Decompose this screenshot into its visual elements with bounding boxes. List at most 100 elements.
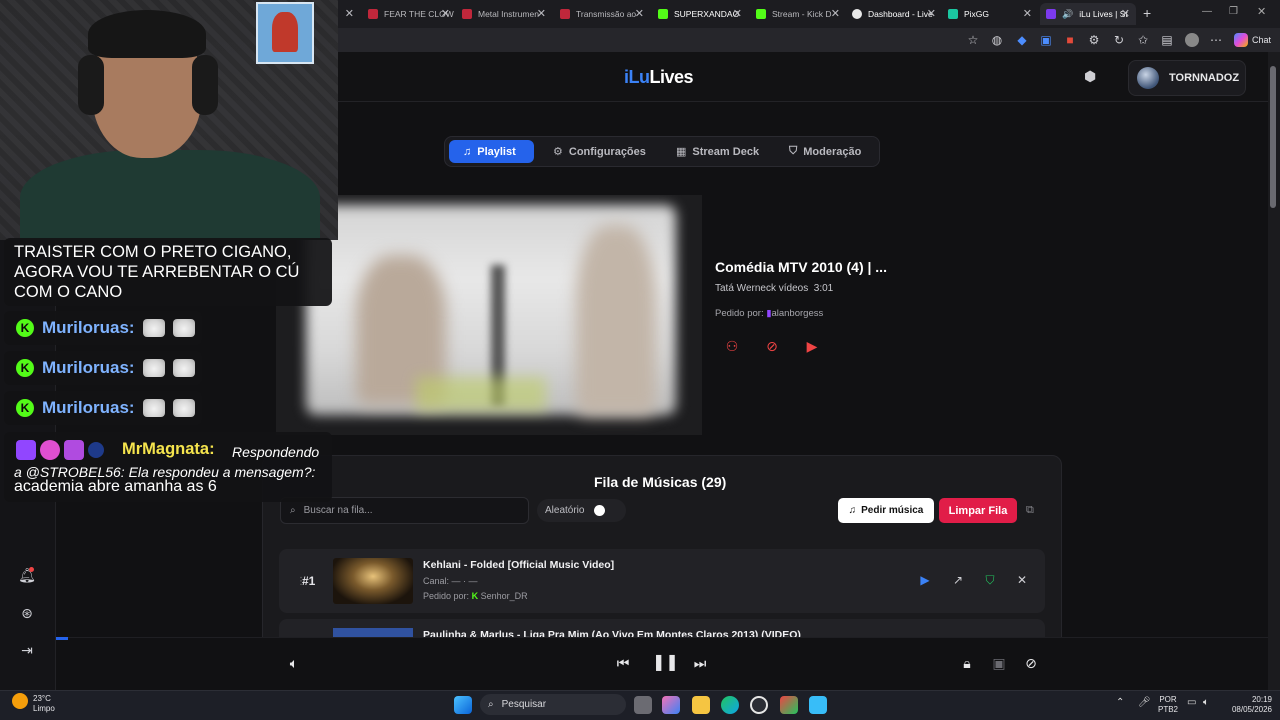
browser-tab[interactable]: Transmissão ao ✕ [554,3,650,25]
browser-tab[interactable]: SUPERXANDAO ✕ [652,3,748,25]
next-icon[interactable]: ⏭︎ [691,654,709,672]
headphone-icon [192,55,218,115]
file-explorer-icon[interactable] [692,696,710,714]
close-tab-icon[interactable]: ✕ [441,7,450,20]
extension-icon[interactable]: ↻ [1112,33,1126,47]
shield-icon[interactable]: ⛉ [982,572,998,588]
network-icon[interactable]: ▭ [1187,697,1196,708]
restore-icon[interactable]: ❐ [1229,6,1238,17]
channel-name: Tatá Werneck vídeos [715,283,809,294]
youtube-favicon-icon [462,9,472,19]
extension-icon[interactable]: ▣ [1039,33,1053,47]
copilot-icon[interactable] [662,696,680,714]
extension-icon[interactable]: ■ [1063,33,1077,47]
clock[interactable]: 20:19 08/05/2026 [1222,695,1272,715]
close-tab-icon[interactable]: ✕ [831,7,840,20]
obs-icon[interactable] [750,696,768,714]
video-toggle-icon[interactable]: ▣ [990,654,1008,672]
language-indicator[interactable]: POR PTB2 [1154,695,1182,715]
tab-moderation[interactable]: ⛉ Moderação [775,140,875,163]
remove-icon[interactable]: ✕ [1014,572,1030,588]
shuffle-toggle[interactable]: Aleatório [537,499,626,522]
extension-icon[interactable]: ◍ [990,33,1004,47]
collections-icon[interactable]: ▤ [1160,33,1174,47]
volume-icon[interactable]: 🔈︎ [285,654,303,672]
browser-tab[interactable]: FEAR THE CLOW ✕ [362,3,456,25]
app-icon[interactable] [780,696,798,714]
hide-video-icon[interactable]: ⊘ [1022,654,1040,672]
weather-icon[interactable] [12,693,28,709]
edge-icon[interactable] [721,696,739,714]
close-tab-icon[interactable]: ✕ [733,7,742,20]
tab-playlist[interactable]: ♫ Playlist [449,140,534,163]
lock-icon[interactable]: 🔒︎ [958,654,976,672]
new-tab-button[interactable]: + [1143,5,1151,21]
minimize-icon[interactable]: — [1202,6,1212,17]
logout-icon[interactable]: ⇥ [17,640,37,660]
stream-deck-icon[interactable]: ⬢ [1084,68,1102,86]
tab-stream-deck[interactable]: ▦ Stream Deck [662,140,773,163]
move-up-icon[interactable]: ↗ [950,572,966,588]
video-player[interactable] [276,195,702,435]
chevron-up-icon[interactable]: ⌃ [1116,697,1124,708]
profile-avatar[interactable] [1185,33,1199,47]
cat-emote-icon [142,399,165,417]
browser-tab[interactable]: Dashboard - Live ✕ [846,3,942,25]
more-menu-icon[interactable]: ⋯ [1209,33,1223,47]
close-tab-icon[interactable]: ✕ [1023,7,1032,20]
youtube-icon[interactable]: ▶ [803,337,821,355]
windows-start-icon[interactable] [454,696,472,714]
close-tab-icon[interactable]: ✕ [635,7,644,20]
logo-ilu: iLu [624,67,650,87]
close-tab-icon[interactable]: ✕ [345,7,354,20]
extension-icon[interactable]: ⚙ [1087,33,1101,47]
close-tab-icon[interactable]: ✕ [537,7,546,20]
browser-tab[interactable]: Metal Instrumen ✕ [456,3,552,25]
help-icon[interactable]: ⊛ [17,603,37,623]
pause-icon[interactable]: ❚❚ [652,654,679,672]
external-link-icon[interactable]: ⧉ [1026,504,1034,517]
close-tab-icon[interactable]: ✕ [1121,7,1130,20]
kick-favicon-icon [658,9,668,19]
close-tab-icon[interactable]: ✕ [927,7,936,20]
task-view-icon[interactable] [634,696,652,714]
browser-tab[interactable]: PixGG ✕ [942,3,1038,25]
tab-label: Dashboard - Live [868,9,933,19]
close-window-icon[interactable]: ✕ [1257,5,1266,18]
queue-title: Fila de Músicas (29) [594,474,727,490]
app-logo[interactable]: iLuLives [624,67,694,88]
previous-icon[interactable]: ⏮︎ [614,654,632,672]
microphone-icon[interactable]: 🎤︎ [1138,697,1151,708]
cat-emote-icon [172,359,195,377]
weather-widget[interactable]: 23°C Limpo [33,694,55,714]
volume-icon[interactable]: 🔈︎ [1203,697,1209,708]
toggle-knob [594,505,605,516]
video-subtitle [416,377,546,411]
browser-tab[interactable]: ✕ [338,3,360,25]
tab-settings[interactable]: ⚙ Configurações [539,140,660,163]
browser-tab[interactable]: Stream - Kick D ✕ [750,3,846,25]
star-icon[interactable]: ☆ [966,33,980,47]
favorites-icon[interactable]: ✩ [1136,33,1150,47]
extension-icon[interactable]: ◆ [1015,33,1029,47]
copilot-chat-button[interactable]: Chat [1234,33,1271,47]
play-now-icon[interactable]: ▶ [917,572,933,588]
ban-user-icon[interactable]: ⚇ [723,337,741,355]
chat-username: MrMagnata: [122,440,215,458]
user-menu-button[interactable]: TORNNADOZ [1128,60,1246,96]
taskbar-search[interactable]: ⌕ Pesquisar [480,694,626,715]
clear-queue-button[interactable]: Limpar Fila [939,498,1017,523]
cat-emote-icon [142,319,165,337]
webcam-overlay [0,0,338,240]
app-icon[interactable] [809,696,827,714]
queue-thumbnail [333,558,413,604]
notifications-bell-icon[interactable]: 🔔︎ [17,565,37,585]
chat-message: TRAISTER COM O PRETO CIGANO, AGORA VOU T… [4,238,332,306]
scrollbar-thumb[interactable] [1270,66,1276,208]
progress-bar[interactable] [56,637,68,640]
chat-username: Muriloruas: [42,398,135,417]
browser-tab-active[interactable]: 🔊 iLu Lives | St ✕ [1040,3,1136,25]
block-icon[interactable]: ⊘ [763,337,781,355]
now-playing-meta: Tatá Werneck vídeos 3:01 [715,283,833,294]
request-song-button[interactable]: ♫ Pedir música [838,498,934,523]
